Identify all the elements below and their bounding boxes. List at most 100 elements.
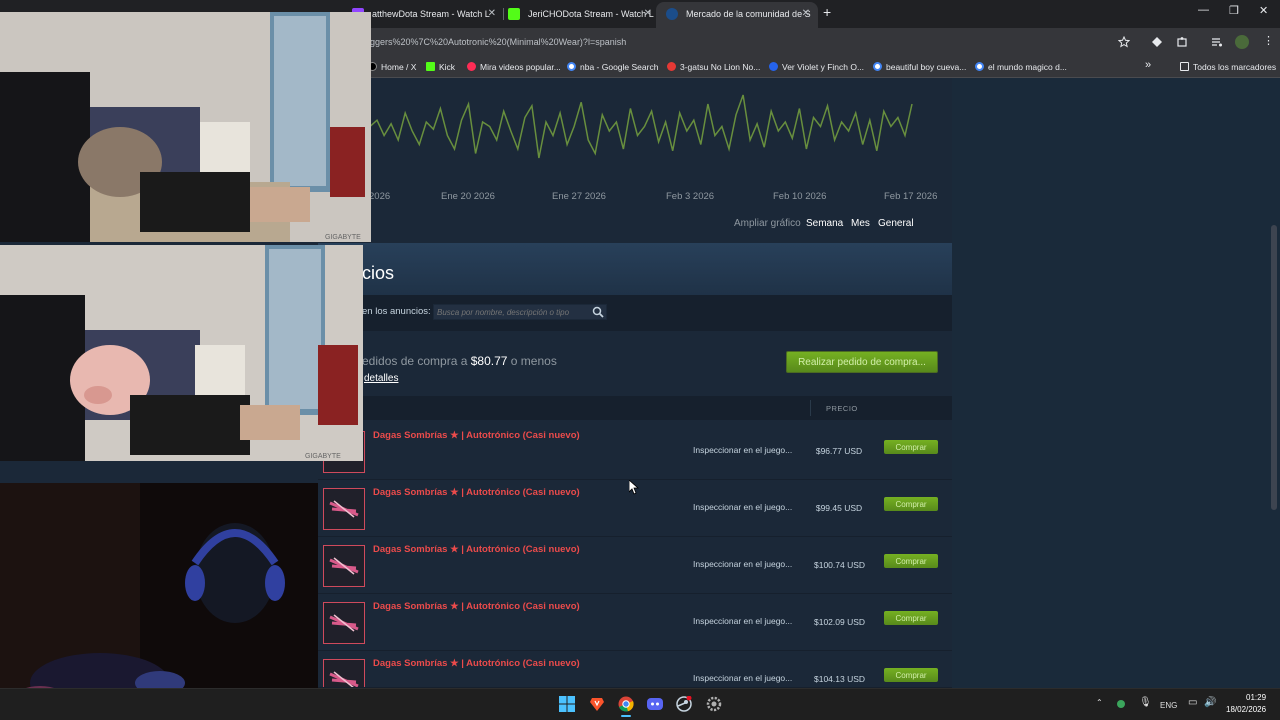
google-icon	[873, 62, 882, 71]
search-input[interactable]	[433, 304, 607, 320]
item-name-link[interactable]: Dagas Sombrías ★ | Autotrónico (Casi nue…	[373, 601, 580, 612]
x-tick-label: Feb 3 2026	[666, 191, 715, 202]
site-icon	[667, 62, 676, 71]
avatar[interactable]	[1235, 35, 1249, 49]
x-tick-label: 2026	[369, 191, 391, 202]
microphone-icon[interactable]: 🎙	[1139, 697, 1152, 708]
puzzle-icon[interactable]	[1176, 36, 1188, 48]
site-icon	[769, 62, 778, 71]
price-column-header: PRECIO	[826, 404, 858, 413]
inspect-link[interactable]: Inspeccionar en el juego...	[693, 502, 792, 512]
inspect-link[interactable]: Inspeccionar en el juego...	[693, 445, 792, 455]
webcam-overlay-hippo: GIGABYTE	[0, 12, 371, 242]
tray-chevron-icon[interactable]: ⌃	[1096, 698, 1103, 707]
minimize-button[interactable]: —	[1198, 4, 1209, 16]
language-indicator[interactable]: ENG	[1160, 701, 1177, 710]
webcam-scene-image: GIGABYTE	[0, 245, 363, 461]
bookmark-mundo-magico[interactable]: el mundo magico d...	[975, 60, 1067, 74]
windows-start-icon[interactable]	[559, 696, 575, 712]
close-icon[interactable]: ✕	[802, 2, 810, 26]
item-thumbnail[interactable]	[323, 659, 365, 687]
item-price: $100.74 USD	[814, 560, 866, 570]
inspect-link[interactable]: Inspeccionar en el juego...	[693, 559, 792, 569]
extension-diamond-icon[interactable]	[1151, 36, 1163, 48]
bookmark-label: el mundo magico d...	[988, 62, 1067, 72]
volume-icon[interactable]: 🔊	[1204, 697, 1216, 708]
google-icon	[567, 62, 576, 71]
active-app-indicator	[621, 715, 631, 717]
bookmark-beautiful-boy[interactable]: beautiful boy cueva...	[873, 60, 966, 74]
menu-icon[interactable]: ⋮	[1263, 34, 1274, 47]
webcam-overlay-pig: GIGABYTE	[0, 245, 363, 461]
search-icon[interactable]	[592, 306, 604, 318]
zoom-month-button[interactable]: Mes	[851, 218, 870, 229]
close-icon[interactable]: ✕	[488, 2, 496, 26]
item-name-link[interactable]: Dagas Sombrías ★ | Autotrónico (Casi nue…	[373, 544, 580, 555]
header-divider	[810, 400, 811, 416]
clock-time[interactable]: 01:29	[1246, 693, 1266, 702]
dagger-icon	[329, 500, 359, 518]
bookmark-nba[interactable]: nba - Google Search	[567, 60, 658, 74]
tab-title: Mercado de la comunidad de S	[686, 9, 811, 19]
bookmark-label: Ver Violet y Finch O...	[782, 62, 865, 72]
price-series-line	[369, 94, 913, 159]
tiktok-icon	[467, 62, 476, 71]
zoom-all-button[interactable]: General	[878, 218, 914, 229]
listing-row: Dagas Sombrías ★ | Autotrónico (Casi nue…	[318, 537, 952, 594]
buy-button[interactable]: Comprar	[884, 440, 938, 454]
new-tab-button[interactable]: +	[823, 4, 831, 20]
tab-steam-market[interactable]: Mercado de la comunidad de S ✕	[656, 2, 818, 28]
buy-button[interactable]: Comprar	[884, 611, 938, 625]
brave-icon[interactable]	[589, 696, 605, 712]
discord-icon[interactable]	[647, 696, 663, 712]
page-scrollbar[interactable]	[1271, 225, 1277, 510]
bookmarks-overflow-button[interactable]: »	[1145, 58, 1151, 72]
x-tick-label: Ene 20 2026	[441, 191, 495, 202]
url-field[interactable]: ggers%20%7C%20Autotronic%20(Minimal%20We…	[370, 32, 626, 52]
dagger-icon	[329, 671, 359, 687]
listing-row: Dagas Sombrías ★ | Autotrónico (Casi nue…	[318, 594, 952, 651]
item-thumbnail[interactable]	[323, 545, 365, 587]
listings-header	[318, 243, 952, 295]
close-icon[interactable]: ✕	[644, 2, 652, 26]
zoom-week-button[interactable]: Semana	[806, 218, 843, 229]
place-buy-order-button[interactable]: Realizar pedido de compra...	[786, 351, 938, 373]
tab-jerichodota[interactable]: JeriCHODota Stream - Watch L ✕	[498, 2, 660, 28]
right-panel	[952, 78, 1280, 688]
inspect-link[interactable]: Inspeccionar en el juego...	[693, 673, 792, 683]
tab-title: atthewDota Stream - Watch L	[372, 9, 490, 19]
item-name-link[interactable]: Dagas Sombrías ★ | Autotrónico (Casi nue…	[373, 430, 580, 441]
bookmark-violet-finch[interactable]: Ver Violet y Finch O...	[769, 60, 864, 74]
all-bookmarks-folder[interactable]: Todos los marcadores	[1180, 60, 1276, 74]
buy-button[interactable]: Comprar	[884, 554, 938, 568]
tray-status-icon[interactable]	[1117, 700, 1125, 708]
inspect-link[interactable]: Inspeccionar en el juego...	[693, 616, 792, 626]
bookmark-3-gatsu[interactable]: 3-gatsu No Lion No...	[667, 60, 760, 74]
bookmark-home-x[interactable]: Home / X	[368, 60, 416, 74]
overlay-gap	[0, 461, 318, 483]
bookmark-label: nba - Google Search	[580, 62, 659, 72]
steam-icon	[666, 8, 678, 20]
buy-button[interactable]: Comprar	[884, 668, 938, 682]
bookmark-label: Todos los marcadores	[1193, 62, 1277, 72]
listing-row: Dagas Sombrías ★ | Autotrónico (Casi nue…	[318, 423, 952, 480]
item-thumbnail[interactable]	[323, 602, 365, 644]
window-close-button[interactable]: ✕	[1259, 4, 1268, 17]
bookmark-kick[interactable]: Kick	[426, 60, 455, 74]
network-icon[interactable]: ▭	[1188, 697, 1197, 708]
settings-icon[interactable]	[706, 696, 722, 712]
item-name-link[interactable]: Dagas Sombrías ★ | Autotrónico (Casi nue…	[373, 658, 580, 669]
item-name-link[interactable]: Dagas Sombrías ★ | Autotrónico (Casi nue…	[373, 487, 580, 498]
steam-icon[interactable]	[676, 696, 692, 712]
maximize-button[interactable]: ❐	[1229, 4, 1239, 17]
media-controls-icon[interactable]	[1211, 36, 1223, 48]
clock-date[interactable]: 18/02/2026	[1226, 705, 1266, 714]
bookmark-label: beautiful boy cueva...	[886, 62, 967, 72]
star-icon[interactable]	[1118, 36, 1130, 48]
details-link[interactable]: detalles	[364, 373, 398, 384]
chrome-icon[interactable]	[618, 696, 634, 712]
bookmark-tiktok[interactable]: Mira videos popular...	[467, 60, 561, 74]
item-thumbnail[interactable]	[323, 488, 365, 530]
buy-button[interactable]: Comprar	[884, 497, 938, 511]
gigabyte-logo-text: GIGABYTE	[305, 453, 341, 460]
